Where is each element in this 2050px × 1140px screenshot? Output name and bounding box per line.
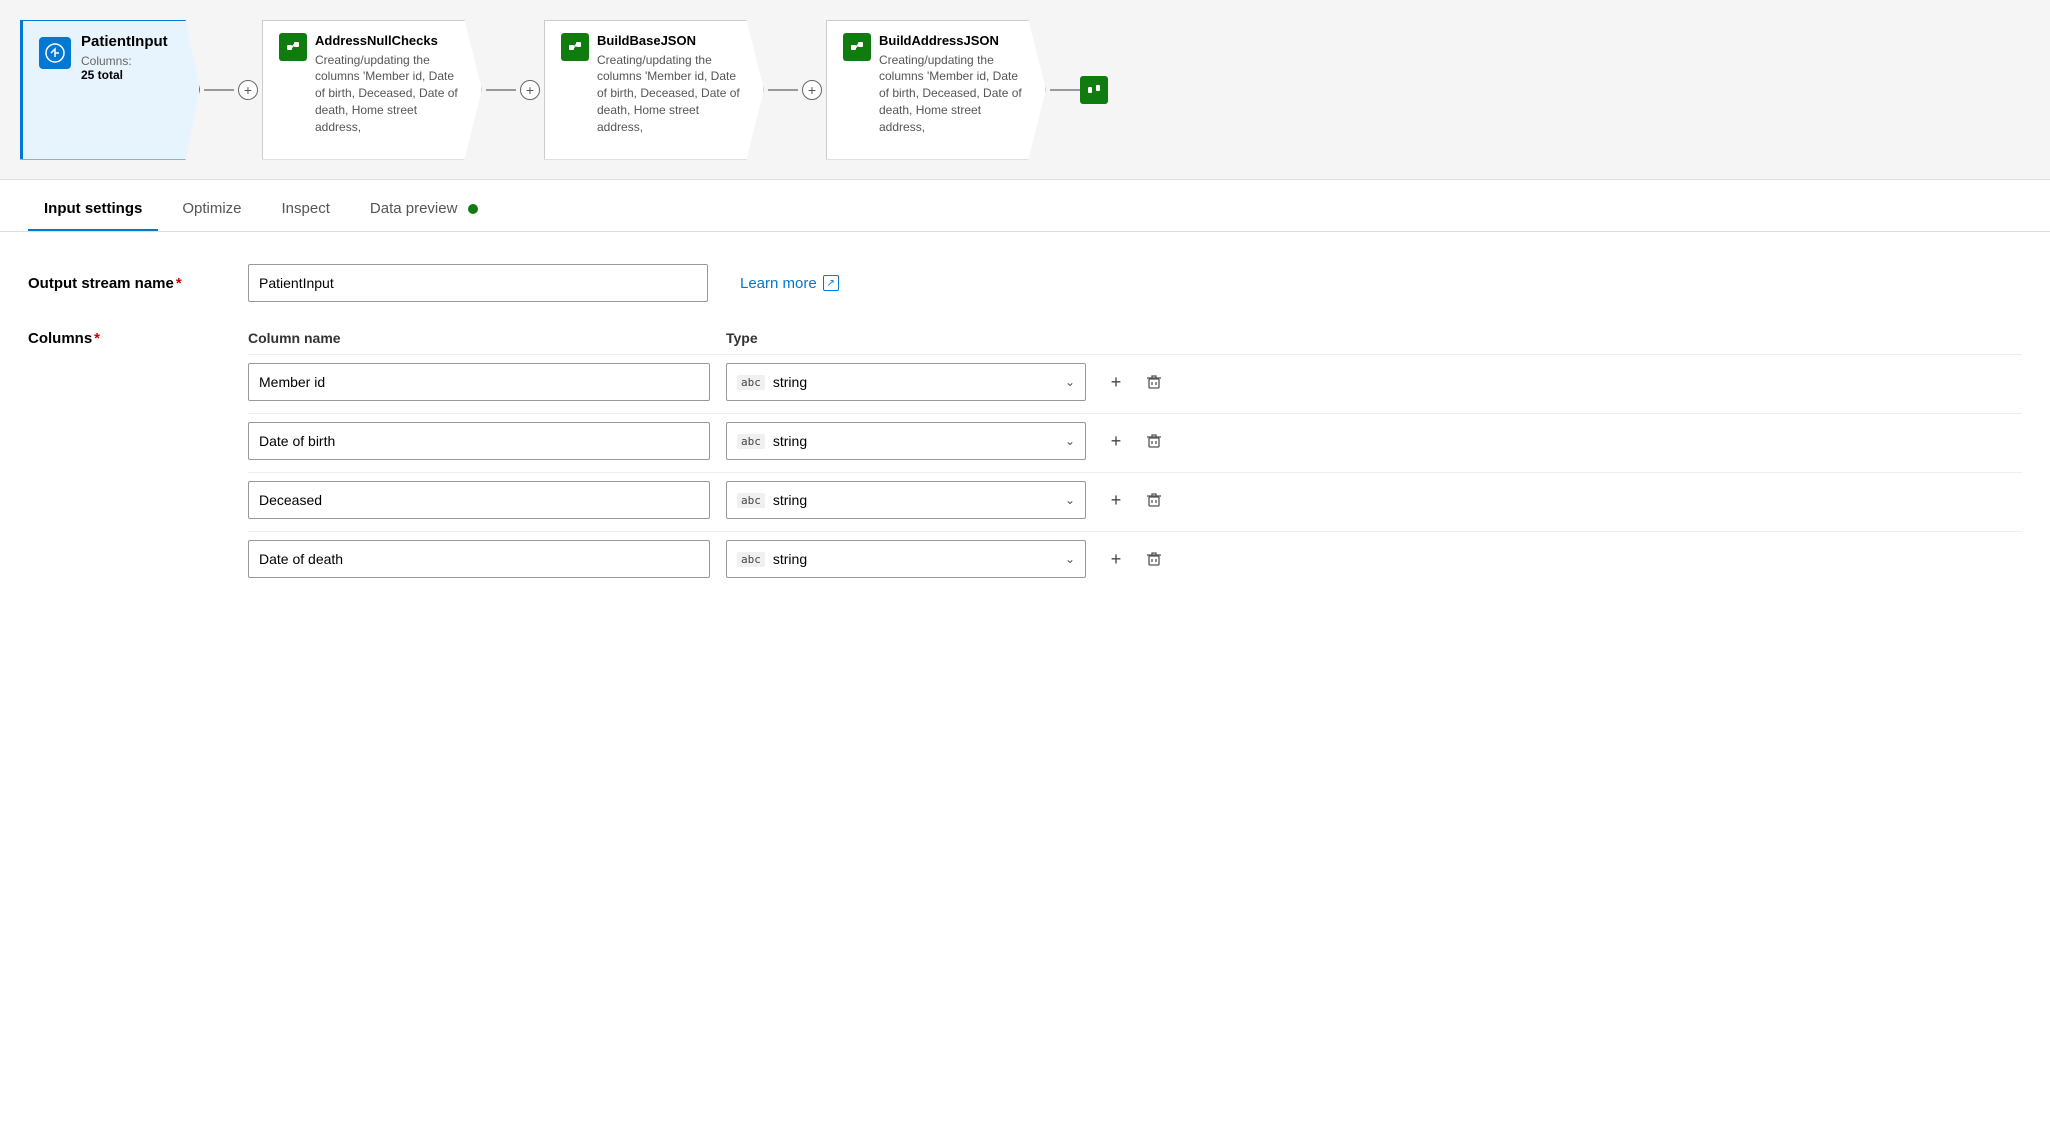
col-type-select-date-of-birth[interactable]: abc string ⌄ — [726, 422, 1086, 460]
col-header-name: Column name — [248, 330, 710, 346]
chevron-down-member-id: ⌄ — [1065, 375, 1075, 389]
type-label-date-of-death: abc string — [737, 551, 807, 567]
pipeline-node-build-address-json[interactable]: BuildAddressJSON Creating/updating the c… — [826, 0, 1046, 179]
column-row-date-of-death: abc string ⌄ + — [248, 531, 2022, 578]
transform-icon-3 — [843, 33, 871, 61]
col-header-type: Type — [726, 330, 758, 346]
add-node-btn-3[interactable]: + — [802, 80, 822, 100]
connector-line-3 — [768, 89, 798, 91]
type-value-date-of-birth: string — [773, 433, 807, 449]
type-value-deceased: string — [773, 492, 807, 508]
pipeline-node-build-base-json[interactable]: BuildBaseJSON Creating/updating the colu… — [544, 0, 764, 179]
content-area: Output stream name* Learn more Columns* … — [0, 232, 2050, 622]
add-node-btn-1[interactable]: + — [238, 80, 258, 100]
output-stream-name-row: Output stream name* Learn more — [28, 264, 2022, 302]
add-col-btn-date-of-birth[interactable]: + — [1102, 427, 1130, 455]
node-title-patient-input: PatientInput — [81, 33, 168, 50]
tab-data-preview[interactable]: Data preview — [354, 188, 494, 231]
add-col-btn-member-id[interactable]: + — [1102, 368, 1130, 396]
col-name-input-date-of-death[interactable] — [248, 540, 710, 578]
required-star-output: * — [176, 275, 182, 292]
connector-4 — [1046, 0, 1112, 179]
col-name-input-deceased[interactable] — [248, 481, 710, 519]
pipeline-node-address-null-checks[interactable]: AddressNullChecks Creating/updating the … — [262, 0, 482, 179]
delete-col-btn-member-id[interactable] — [1140, 368, 1168, 396]
delete-col-btn-date-of-death[interactable] — [1140, 545, 1168, 573]
columns-table: Column name Type abc string ⌄ + — [248, 330, 2022, 590]
col-name-input-date-of-birth[interactable] — [248, 422, 710, 460]
col-name-input-member-id[interactable] — [248, 363, 710, 401]
next-node-stub — [1080, 76, 1108, 104]
patient-input-icon — [39, 37, 71, 69]
col-type-select-member-id[interactable]: abc string ⌄ — [726, 363, 1086, 401]
type-value-date-of-death: string — [773, 551, 807, 567]
pipeline-node-patient-input[interactable]: PatientInput Columns: 25 total — [20, 0, 200, 179]
row-actions-member-id: + — [1102, 368, 1168, 396]
node-box-build-base-json[interactable]: BuildBaseJSON Creating/updating the colu… — [544, 20, 764, 160]
node-desc-build-base: Creating/updating the columns 'Member id… — [597, 52, 747, 136]
add-col-btn-deceased[interactable]: + — [1102, 486, 1130, 514]
type-label-deceased: abc string — [737, 492, 807, 508]
tab-inspect[interactable]: Inspect — [266, 188, 346, 231]
transform-icon-1 — [279, 33, 307, 61]
connector-line-4 — [1050, 89, 1080, 91]
transform-icon-2 — [561, 33, 589, 61]
type-badge-date-of-death: abc — [737, 552, 765, 567]
columns-area: Columns* Column name Type abc string — [28, 330, 2022, 590]
type-badge-date-of-birth: abc — [737, 434, 765, 449]
data-preview-dot — [468, 204, 478, 214]
add-col-btn-date-of-death[interactable]: + — [1102, 545, 1130, 573]
connector-2: + — [482, 0, 544, 179]
node-desc-build-address: Creating/updating the columns 'Member id… — [879, 52, 1029, 136]
connector-1: + — [200, 0, 262, 179]
connector-line-1 — [204, 89, 234, 91]
node-box-address-null-checks[interactable]: AddressNullChecks Creating/updating the … — [262, 20, 482, 160]
node-title-address-null: AddressNullChecks — [315, 33, 465, 48]
node-title-build-address: BuildAddressJSON — [879, 33, 1029, 48]
columns-section: Columns* Column name Type abc string — [28, 330, 2022, 590]
column-headers: Column name Type — [248, 330, 2022, 346]
learn-more-link[interactable]: Learn more — [740, 275, 839, 292]
tab-input-settings[interactable]: Input settings — [28, 188, 158, 231]
column-row-date-of-birth: abc string ⌄ + — [248, 413, 2022, 460]
type-badge-deceased: abc — [737, 493, 765, 508]
connector-line-2 — [486, 89, 516, 91]
type-label-date-of-birth: abc string — [737, 433, 807, 449]
column-row-deceased: abc string ⌄ + — [248, 472, 2022, 519]
type-value-member-id: string — [773, 374, 807, 390]
delete-col-btn-date-of-birth[interactable] — [1140, 427, 1168, 455]
col-type-select-deceased[interactable]: abc string ⌄ — [726, 481, 1086, 519]
pipeline-header: PatientInput Columns: 25 total + — [0, 0, 2050, 180]
tab-optimize[interactable]: Optimize — [166, 188, 257, 231]
chevron-down-date-of-death: ⌄ — [1065, 552, 1075, 566]
connector-3: + — [764, 0, 826, 179]
output-stream-name-input[interactable] — [248, 264, 708, 302]
tabs-section: Input settings Optimize Inspect Data pre… — [0, 180, 2050, 232]
col-type-select-date-of-death[interactable]: abc string ⌄ — [726, 540, 1086, 578]
node-title-build-base: BuildBaseJSON — [597, 33, 747, 48]
chevron-down-date-of-birth: ⌄ — [1065, 434, 1075, 448]
external-link-icon — [823, 275, 839, 291]
node-box-patient-input[interactable]: PatientInput Columns: 25 total — [20, 20, 200, 160]
columns-label: Columns* — [28, 330, 248, 590]
row-actions-date-of-death: + — [1102, 545, 1168, 573]
row-actions-date-of-birth: + — [1102, 427, 1168, 455]
node-box-build-address-json[interactable]: BuildAddressJSON Creating/updating the c… — [826, 20, 1046, 160]
node-subtitle-patient-input: Columns: 25 total — [81, 54, 168, 82]
column-row-member-id: abc string ⌄ + — [248, 354, 2022, 401]
add-node-btn-2[interactable]: + — [520, 80, 540, 100]
delete-col-btn-deceased[interactable] — [1140, 486, 1168, 514]
type-label-member-id: abc string — [737, 374, 807, 390]
node-desc-address-null: Creating/updating the columns 'Member id… — [315, 52, 465, 136]
chevron-down-deceased: ⌄ — [1065, 493, 1075, 507]
output-stream-name-label: Output stream name* — [28, 275, 248, 292]
type-badge-member-id: abc — [737, 375, 765, 390]
required-star-columns: * — [94, 330, 100, 347]
row-actions-deceased: + — [1102, 486, 1168, 514]
